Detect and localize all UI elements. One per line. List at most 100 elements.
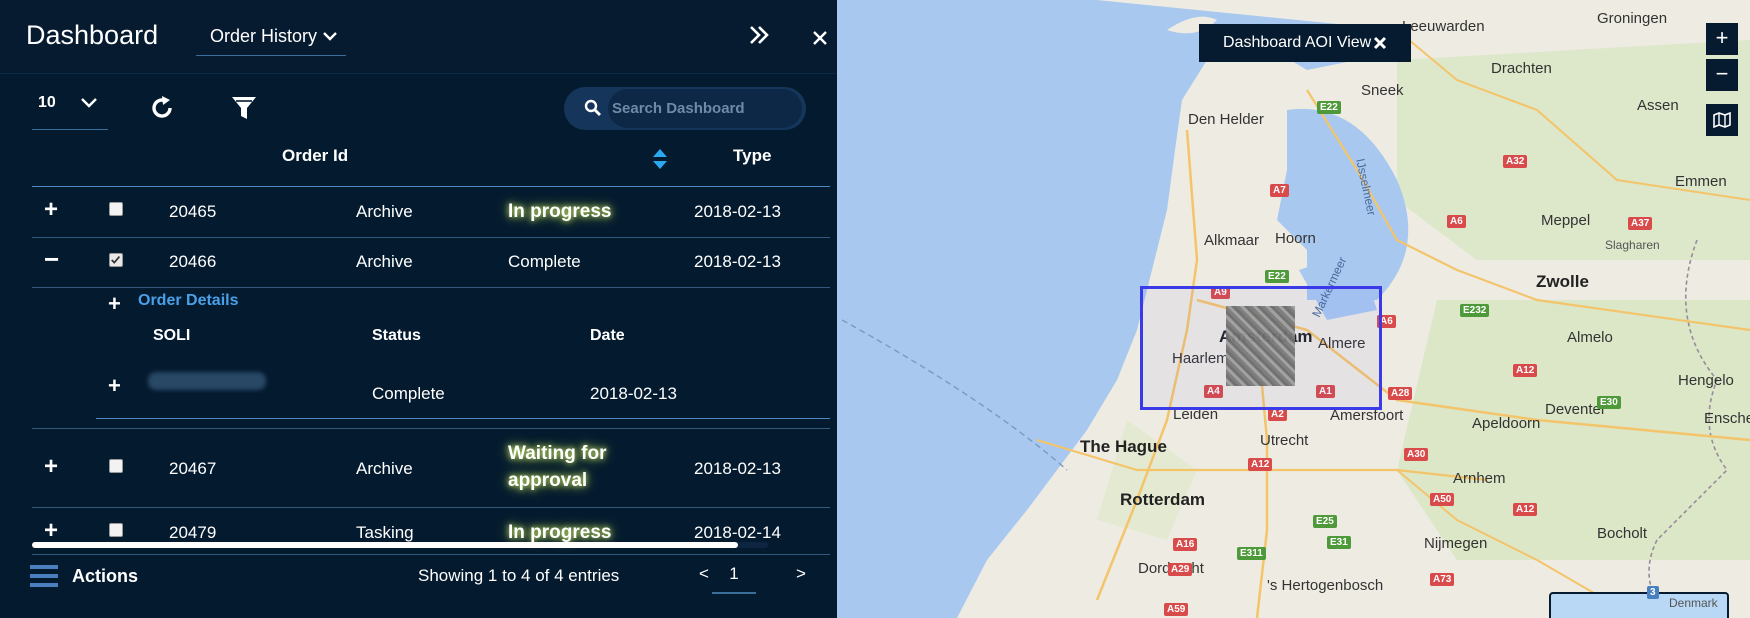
collapse-row-icon[interactable]: −: [44, 246, 62, 272]
expand-details-icon[interactable]: +: [108, 293, 126, 315]
map-label: Meppel: [1541, 212, 1591, 229]
date-cell: 2018-02-13: [694, 252, 781, 271]
map-label: Drachten: [1491, 60, 1552, 77]
expand-row-icon[interactable]: +: [44, 455, 62, 479]
search-box: [564, 87, 806, 130]
chevron-down-icon: [323, 32, 337, 41]
road-shield: E25: [1313, 515, 1337, 528]
map-label: Slagharen: [1605, 238, 1660, 252]
refresh-icon[interactable]: [148, 94, 176, 122]
dashboard-panel: Dashboard Order History 10 Search Dashbo…: [0, 0, 837, 618]
row-checkbox[interactable]: [109, 459, 123, 473]
zoom-out-button[interactable]: −: [1706, 59, 1738, 91]
road-shield: E311: [1237, 547, 1266, 560]
column-header-order-id[interactable]: Order Id: [282, 146, 348, 166]
view-select-dropdown[interactable]: Order History: [196, 22, 346, 56]
type-cell: Archive: [356, 202, 413, 221]
map-layers-icon: [1713, 111, 1731, 129]
map-label: Bocholt: [1597, 525, 1648, 542]
row-checkbox[interactable]: [109, 202, 123, 216]
map-label: Den Helder: [1188, 111, 1264, 128]
status-cell: In progress: [508, 201, 612, 222]
detail-status-cell: Complete: [372, 384, 445, 403]
table-info-text: Showing 1 to 4 of 4 entries: [418, 566, 620, 585]
map-label: Assen: [1637, 97, 1679, 114]
aoi-view-label: Dashboard AOI View: [1223, 34, 1372, 51]
type-cell: Tasking: [356, 523, 414, 542]
actions-label: Actions: [72, 566, 139, 586]
road-shield: A29: [1168, 563, 1193, 576]
map-view[interactable]: Leeuwarden Groningen Drachten Sneek Asse…: [837, 0, 1750, 618]
map-label: Emmen: [1675, 173, 1727, 190]
sort-icon[interactable]: [652, 148, 668, 170]
row-checkbox-checked[interactable]: [109, 253, 123, 267]
road-shield: E232: [1460, 304, 1490, 317]
order-details-link[interactable]: Order Details: [138, 292, 238, 310]
road-shield: A12: [1248, 458, 1273, 471]
road-shield: E30: [1597, 396, 1621, 409]
imagery-tile: [1226, 306, 1295, 386]
map-label: Apeldoorn: [1472, 415, 1541, 432]
search-input[interactable]: [612, 93, 792, 123]
order-id-cell: 20467: [169, 459, 217, 478]
dashboard-title: Dashboard: [26, 20, 159, 50]
type-cell: Archive: [356, 252, 413, 271]
column-header-type[interactable]: Type: [733, 146, 771, 166]
column-header-status: Status: [372, 327, 421, 344]
road-shield: A12: [1513, 364, 1538, 377]
map-label: Rotterdam: [1120, 490, 1206, 509]
overview-minimap[interactable]: 3 Denmark: [1549, 586, 1729, 618]
status-cell: Waiting for approval: [508, 443, 607, 491]
road-shield: A16: [1173, 538, 1198, 551]
close-icon[interactable]: [1373, 36, 1387, 50]
view-select-label: Order History: [210, 26, 318, 46]
road-shield: A73: [1430, 573, 1455, 586]
road-shield: A28: [1388, 387, 1413, 400]
page-1-button[interactable]: 1: [712, 554, 756, 594]
close-icon[interactable]: [810, 28, 830, 48]
map-layers-button[interactable]: [1706, 104, 1738, 136]
page-length-select[interactable]: 10: [32, 90, 108, 130]
order-id-cell: 20465: [169, 202, 217, 221]
soli-redacted-value: [148, 372, 266, 390]
road-shield: E31: [1327, 536, 1351, 549]
map-label: 's Hertogenbosch: [1267, 577, 1384, 594]
order-id-cell: 20479: [169, 523, 217, 542]
scrollbar-thumb[interactable]: [32, 542, 738, 548]
road-shield: A37: [1628, 217, 1653, 230]
map-label: Groningen: [1597, 10, 1668, 27]
dashboard-header: Dashboard Order History: [0, 0, 837, 74]
road-shield: 3: [1647, 586, 1659, 599]
order-id-cell: 20466: [169, 252, 217, 271]
map-label: Denmark: [1669, 596, 1718, 610]
date-cell: 2018-02-13: [694, 202, 781, 221]
map-label: Utrecht: [1260, 432, 1309, 449]
road-shield: E22: [1265, 270, 1289, 283]
road-shield: A30: [1404, 448, 1429, 461]
hamburger-menu-icon: [30, 565, 58, 587]
zoom-in-button[interactable]: +: [1706, 23, 1738, 55]
row-checkbox[interactable]: [109, 523, 123, 537]
road-shield: A50: [1430, 493, 1455, 506]
dashboard-aoi-view-badge[interactable]: Dashboard AOI View: [1199, 24, 1411, 62]
map-label: Leeuwarden: [1402, 18, 1485, 35]
road-shield: E22: [1317, 101, 1341, 114]
expand-row-icon[interactable]: +: [108, 375, 126, 397]
horizontal-scrollbar[interactable]: [32, 542, 768, 548]
expand-row-icon[interactable]: +: [44, 519, 62, 543]
map-label: Almelo: [1567, 329, 1613, 346]
previous-page-button[interactable]: <: [699, 564, 709, 584]
chevron-down-icon: [81, 98, 97, 108]
map-label: Zwolle: [1536, 272, 1589, 291]
filter-icon[interactable]: [230, 94, 258, 122]
date-cell: 2018-02-14: [694, 523, 781, 542]
map-label: Hengelo: [1678, 372, 1734, 389]
map-label: Arnhem: [1453, 470, 1506, 487]
column-header-soli: SOLI: [153, 327, 191, 344]
double-chevron-right-icon[interactable]: [746, 22, 772, 48]
road-shield: A7: [1270, 184, 1289, 197]
map-label: Nijmegen: [1424, 535, 1488, 552]
status-cell: Complete: [508, 252, 581, 271]
expand-row-icon[interactable]: +: [44, 198, 62, 222]
next-page-button[interactable]: >: [796, 564, 806, 584]
